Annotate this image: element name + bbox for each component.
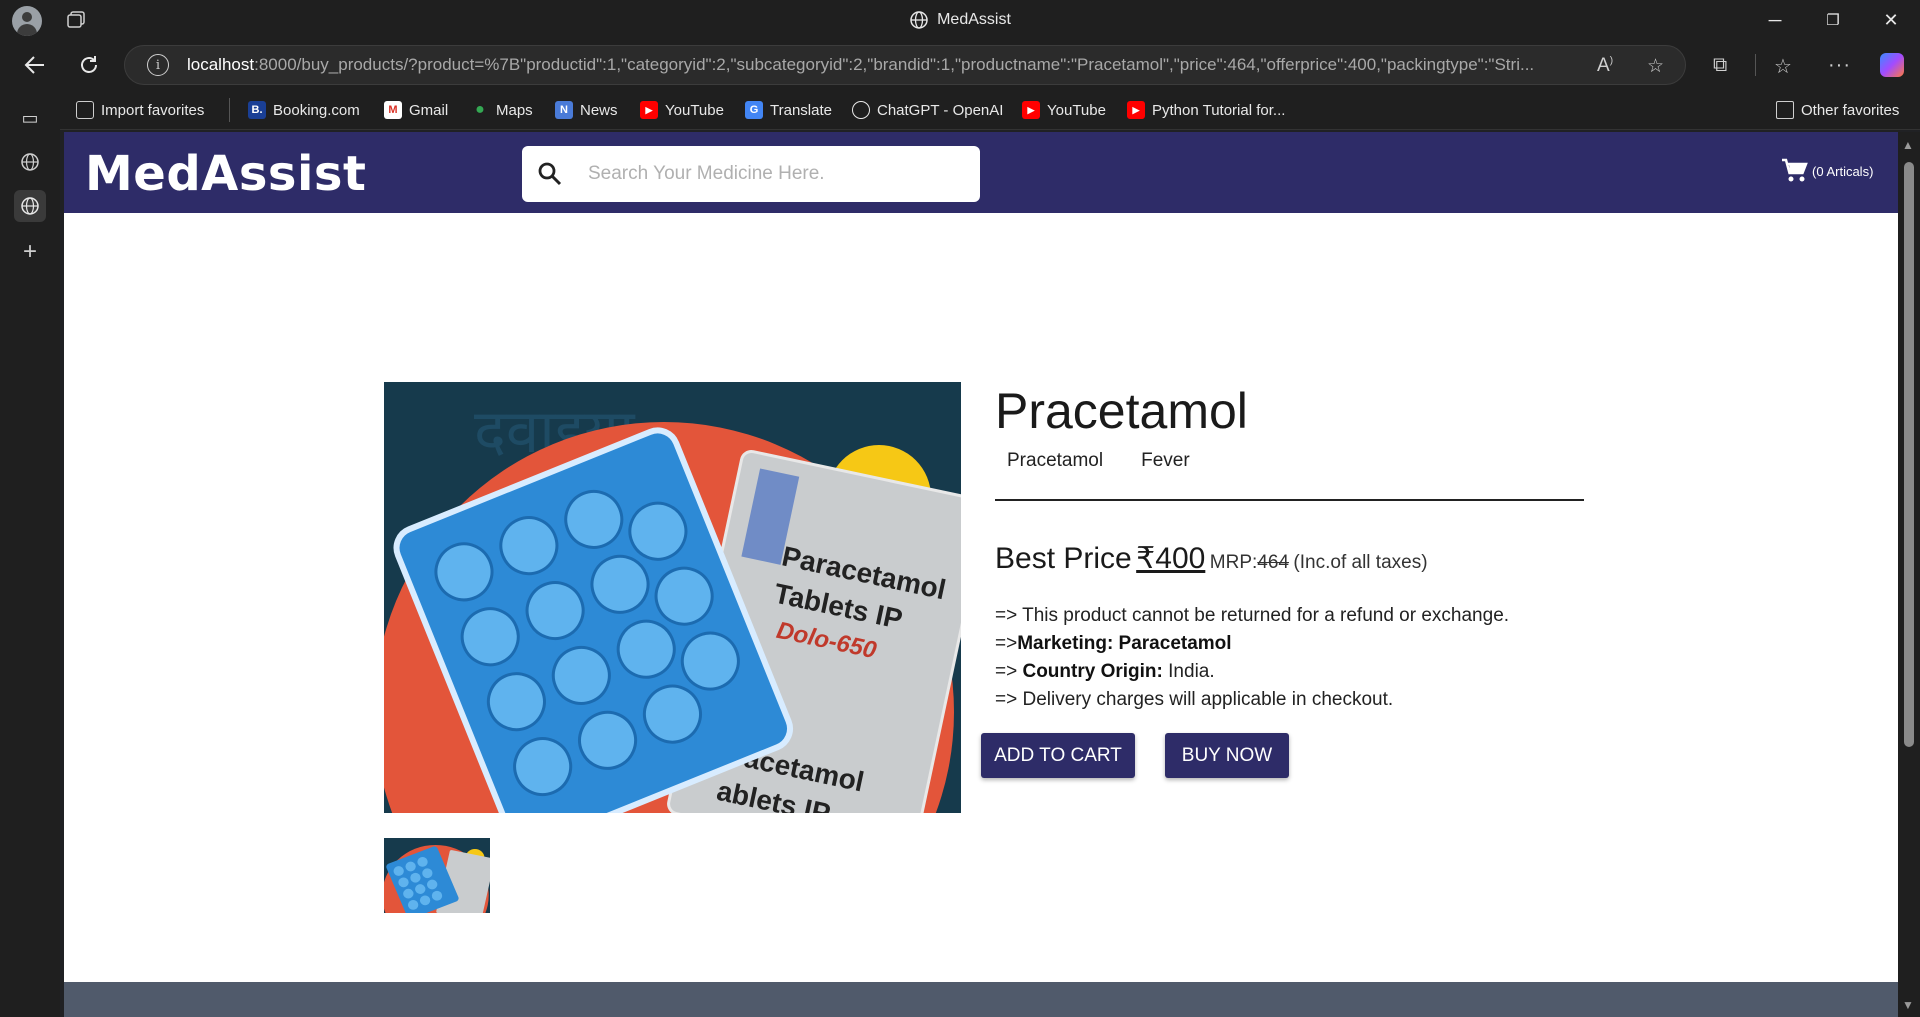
refresh-button[interactable]: [72, 48, 106, 82]
navigation-bar: i localhost:8000/buy_products/?product=%…: [0, 40, 1920, 90]
product-tag: Pracetamol: [1007, 450, 1104, 471]
scrollbar-thumb[interactable]: [1904, 162, 1914, 747]
address-bar[interactable]: i localhost:8000/buy_products/?product=%…: [124, 45, 1686, 85]
back-arrow-icon: [24, 56, 44, 74]
fav-youtube-2[interactable]: ▶ YouTube: [1022, 98, 1106, 122]
translate-icon: G: [745, 101, 763, 119]
detail-delivery: => Delivery charges will applicable in c…: [995, 689, 1394, 710]
booking-icon: B.: [248, 101, 266, 119]
folder-icon: [1776, 101, 1794, 119]
page-viewport: MedAssist (0 Articals) दवाइया Paracetamo…: [64, 132, 1898, 1017]
fav-maps[interactable]: ● Maps: [471, 98, 533, 122]
workspaces-icon[interactable]: [66, 11, 86, 29]
mrp-value: 464: [1257, 552, 1289, 573]
scroll-up-icon[interactable]: ▲: [1902, 138, 1914, 152]
more-options-icon[interactable]: ···: [1828, 54, 1851, 77]
toolbar-divider: [1755, 54, 1756, 76]
price-row: Best Price ₹400 MRP:464 (Inc.of all taxe…: [995, 541, 1428, 576]
active-tab-globe-icon[interactable]: [14, 190, 46, 222]
site-header: MedAssist (0 Articals): [64, 132, 1898, 213]
detail-country-origin: => Country Origin: India.: [995, 661, 1215, 682]
youtube-icon: ▶: [1127, 101, 1145, 119]
globe-tab-icon[interactable]: [14, 146, 46, 178]
refresh-icon: [81, 56, 97, 73]
url-text[interactable]: localhost:8000/buy_products/?product=%7B…: [187, 55, 1577, 75]
chatgpt-icon: [852, 101, 870, 119]
favorites-bar: Import favorites B. Booking.com M Gmail ● M…: [0, 90, 1920, 130]
fav-python-tutorial[interactable]: ▶ Python Tutorial for...: [1127, 98, 1285, 122]
globe-icon: [910, 11, 928, 29]
fav-chatgpt[interactable]: ChatGPT - OpenAI: [852, 98, 1003, 122]
window-title: MedAssist: [937, 11, 1011, 28]
browser-sidebar: ▭ +: [0, 90, 60, 1017]
favorite-star-icon[interactable]: ☆: [1647, 55, 1664, 78]
title-divider: [995, 499, 1584, 501]
offer-price: ₹400: [1136, 542, 1206, 575]
product-tags: Pracetamol Fever: [1007, 450, 1190, 472]
fav-translate[interactable]: G Translate: [745, 98, 832, 122]
youtube-icon: ▶: [1022, 101, 1040, 119]
site-info-icon[interactable]: i: [147, 54, 169, 76]
fav-youtube[interactable]: ▶ YouTube: [640, 98, 724, 122]
import-icon: [76, 101, 94, 119]
cart-icon: [1782, 158, 1808, 182]
search-icon[interactable]: [536, 160, 564, 188]
extensions-icon[interactable]: ⧉: [1713, 54, 1727, 77]
news-icon: N: [555, 101, 573, 119]
product-tag: Fever: [1141, 450, 1190, 471]
product-main-image: दवाइया Paracetamol Tablets IP Dolo-650 a…: [384, 382, 961, 813]
maps-icon: ●: [475, 101, 485, 118]
cart-link[interactable]: (0 Articals): [1781, 158, 1873, 184]
close-button[interactable]: ✕: [1868, 0, 1914, 40]
back-button[interactable]: [18, 48, 52, 82]
best-price-label: Best Price: [995, 542, 1132, 575]
product-thumbnail[interactable]: [384, 838, 490, 913]
search-input[interactable]: [588, 163, 948, 185]
new-tab-plus-icon[interactable]: +: [14, 236, 46, 268]
restore-button[interactable]: ❐: [1810, 0, 1856, 40]
site-footer: [64, 982, 1898, 1017]
add-to-cart-button[interactable]: ADD TO CART: [981, 733, 1135, 778]
detail-marketing: =>Marketing: Paracetamol: [995, 633, 1232, 654]
fav-import-favorites[interactable]: Import favorites: [76, 98, 204, 122]
gmail-icon: M: [384, 101, 402, 119]
minimize-button[interactable]: ─: [1752, 0, 1798, 40]
tab-actions-icon[interactable]: ▭: [14, 102, 46, 134]
fav-news[interactable]: N News: [555, 98, 618, 122]
product-details: => This product cannot be returned for a…: [995, 602, 1509, 714]
fav-gmail[interactable]: M Gmail: [384, 98, 448, 122]
favorites-icon[interactable]: ☆: [1774, 54, 1792, 79]
site-logo[interactable]: MedAssist: [85, 146, 366, 202]
copilot-icon[interactable]: [1880, 53, 1904, 77]
cart-count: (0 Articals): [1812, 163, 1874, 179]
mrp-label: MRP:: [1209, 552, 1258, 573]
detail-return-policy: => This product cannot be returned for a…: [995, 605, 1510, 626]
youtube-icon: ▶: [640, 101, 658, 119]
buy-now-button[interactable]: BUY NOW: [1165, 733, 1289, 778]
profile-avatar[interactable]: [12, 6, 42, 36]
favorites-divider: [229, 98, 230, 122]
browser-title-bar: MedAssist ─ ❐ ✕: [0, 0, 1920, 40]
scroll-down-icon[interactable]: ▼: [1902, 998, 1914, 1012]
page-scrollbar[interactable]: ▲ ▼: [1898, 132, 1920, 1017]
fav-other-favorites[interactable]: Other favorites: [1776, 98, 1899, 122]
product-title: Pracetamol: [995, 383, 1248, 439]
read-aloud-icon[interactable]: A): [1597, 55, 1613, 77]
tax-note: (Inc.of all taxes): [1293, 552, 1428, 573]
search-box[interactable]: [522, 146, 980, 202]
fav-booking[interactable]: B. Booking.com: [248, 98, 360, 122]
